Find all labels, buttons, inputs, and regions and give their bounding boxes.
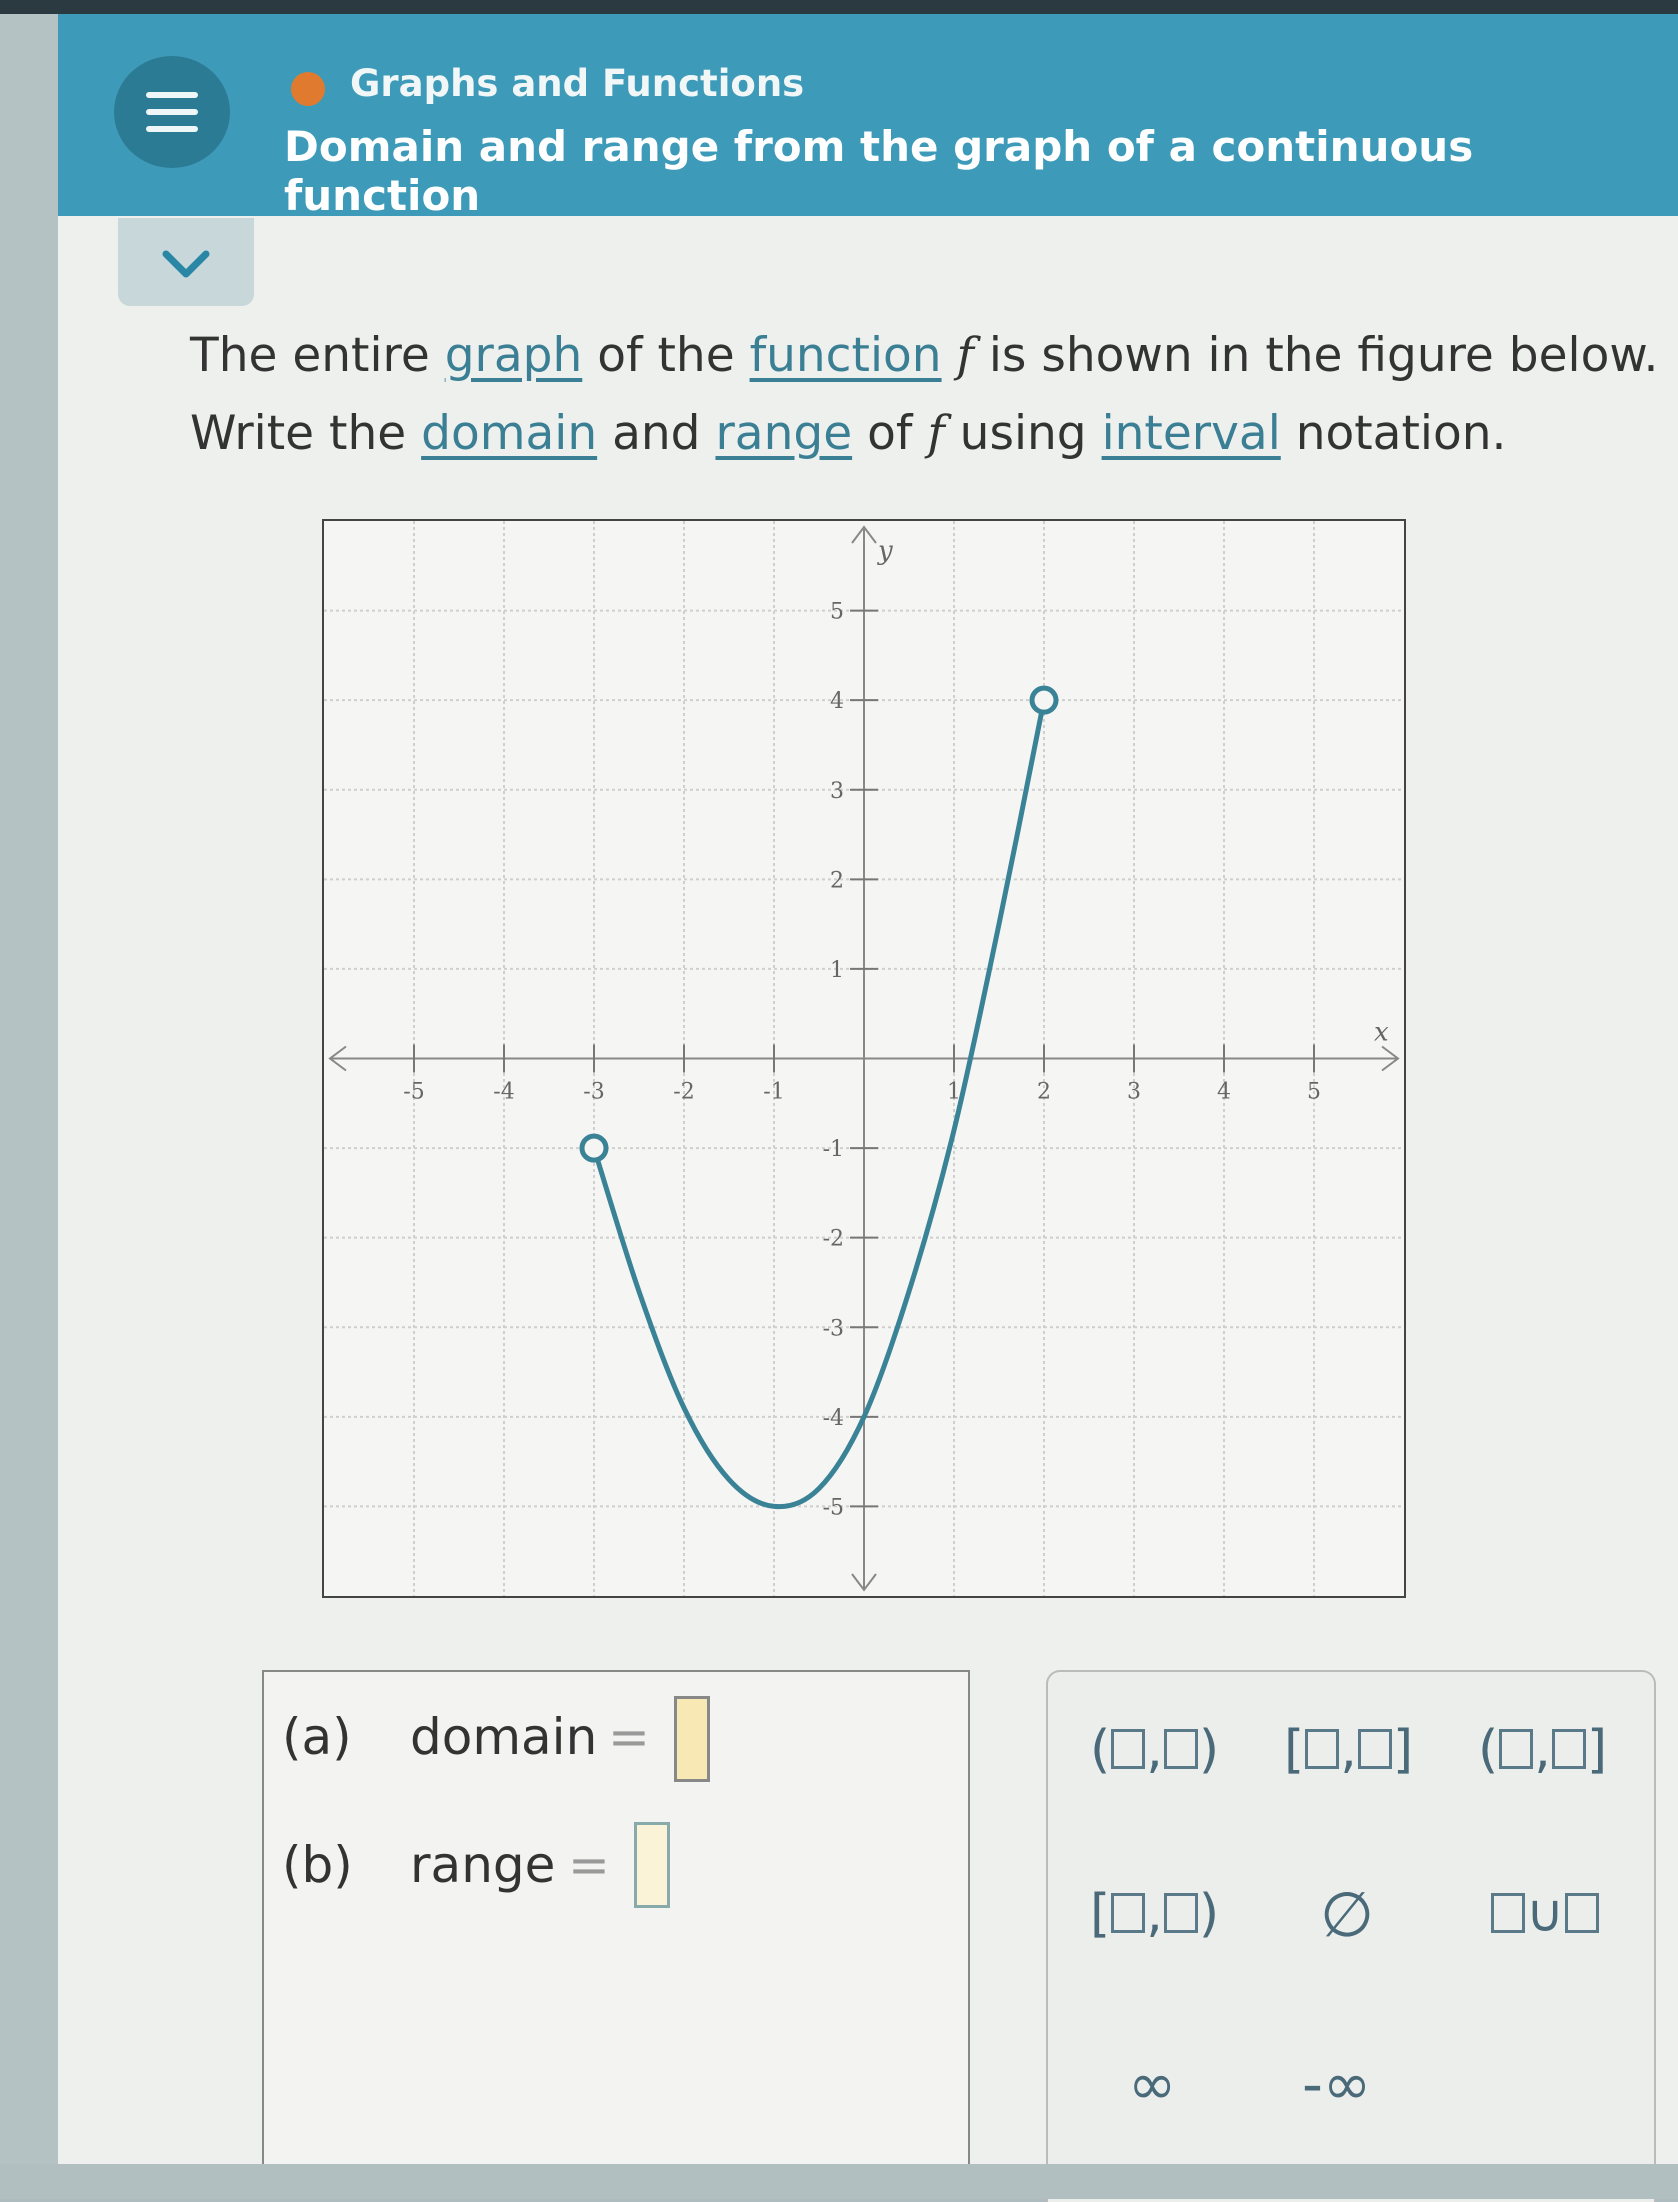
y-tick-label: -1 bbox=[823, 1137, 844, 1162]
union-button[interactable]: ∪ bbox=[1490, 1884, 1600, 1944]
x-tick-label: -3 bbox=[583, 1080, 604, 1105]
open-open-interval-button[interactable]: (,) bbox=[1090, 1720, 1219, 1780]
equals-sign: = bbox=[568, 1836, 610, 1894]
interval-keypad: (,) [,] (,] [,) ∅ ∪ ∞ -∞ bbox=[1046, 1670, 1656, 2202]
open-closed-interval-button[interactable]: (,] bbox=[1478, 1720, 1607, 1780]
x-tick-label: 4 bbox=[1217, 1080, 1231, 1105]
bottom-strip bbox=[0, 2164, 1678, 2199]
domain-label: domain bbox=[410, 1708, 598, 1766]
range-label: range bbox=[410, 1836, 556, 1894]
y-tick-label: 4 bbox=[830, 689, 844, 714]
x-tick-label: -4 bbox=[493, 1080, 514, 1105]
problem-line-1: The entire graph of the function f is sh… bbox=[190, 328, 1659, 383]
top-strip bbox=[0, 0, 1678, 14]
infinity-button[interactable]: ∞ bbox=[1128, 2050, 1176, 2118]
topic-label: Graphs and Functions bbox=[350, 62, 805, 105]
empty-set-button[interactable]: ∅ bbox=[1320, 1878, 1374, 1951]
y-tick-label: 3 bbox=[830, 779, 844, 804]
graph-panel: -5 -4 -3 -2 -1 1 2 3 4 5 5 4 3 2 1 -1 -2 -3 -4 -5 x y bbox=[322, 519, 1406, 1598]
y-tick-label: -4 bbox=[823, 1406, 844, 1431]
menu-button[interactable] bbox=[114, 56, 230, 168]
problem-line-2: Write the domain and range of f using in… bbox=[190, 406, 1507, 461]
x-tick-label: 5 bbox=[1307, 1080, 1321, 1105]
x-tick-label: 2 bbox=[1037, 1080, 1051, 1105]
y-tick-label: 2 bbox=[830, 868, 844, 893]
answer-panel: (a) domain = (b) range = bbox=[262, 1670, 970, 2192]
open-endpoint bbox=[579, 1133, 609, 1163]
y-axis-label: y bbox=[877, 536, 893, 566]
page-title: Domain and range from the graph of a con… bbox=[284, 122, 1474, 220]
y-tick-label: -3 bbox=[823, 1316, 844, 1341]
var-f: f bbox=[927, 406, 945, 461]
var-f: f bbox=[956, 328, 974, 383]
part-a-label: (a) bbox=[282, 1708, 352, 1766]
x-axis-label: x bbox=[1374, 1018, 1389, 1048]
x-tick-label: -1 bbox=[763, 1080, 784, 1105]
interval-link[interactable]: interval bbox=[1102, 406, 1281, 461]
function-curve bbox=[591, 697, 1047, 1510]
left-margin bbox=[0, 14, 58, 2199]
closed-open-interval-button[interactable]: [,) bbox=[1090, 1884, 1219, 1944]
closed-closed-interval-button[interactable]: [,] bbox=[1284, 1720, 1413, 1780]
graph-link[interactable]: graph bbox=[445, 328, 583, 383]
status-dot-icon bbox=[291, 72, 325, 106]
range-link[interactable]: range bbox=[715, 406, 852, 461]
domain-input[interactable] bbox=[674, 1696, 710, 1782]
expand-toggle-button[interactable] bbox=[118, 218, 254, 306]
range-input[interactable] bbox=[634, 1822, 670, 1908]
y-tick-label: 5 bbox=[830, 600, 844, 625]
y-tick-label: -2 bbox=[823, 1227, 844, 1252]
x-tick-label: -2 bbox=[673, 1080, 694, 1105]
x-tick-label: 3 bbox=[1127, 1080, 1141, 1105]
part-b-label: (b) bbox=[282, 1836, 353, 1894]
y-tick-label: 1 bbox=[830, 958, 844, 983]
chevron-down-icon bbox=[162, 250, 210, 278]
x-tick-label: -5 bbox=[403, 1080, 424, 1105]
function-link[interactable]: function bbox=[750, 328, 942, 383]
menu-icon bbox=[146, 92, 198, 98]
equals-sign: = bbox=[608, 1708, 650, 1766]
domain-link[interactable]: domain bbox=[421, 406, 597, 461]
open-endpoint bbox=[1029, 685, 1059, 715]
function-graph: -5 -4 -3 -2 -1 1 2 3 4 554321-1-2-3-4-5xy bbox=[324, 521, 1404, 1596]
negative-infinity-button[interactable]: -∞ bbox=[1302, 2050, 1371, 2118]
y-tick-label: -5 bbox=[823, 1495, 844, 1520]
